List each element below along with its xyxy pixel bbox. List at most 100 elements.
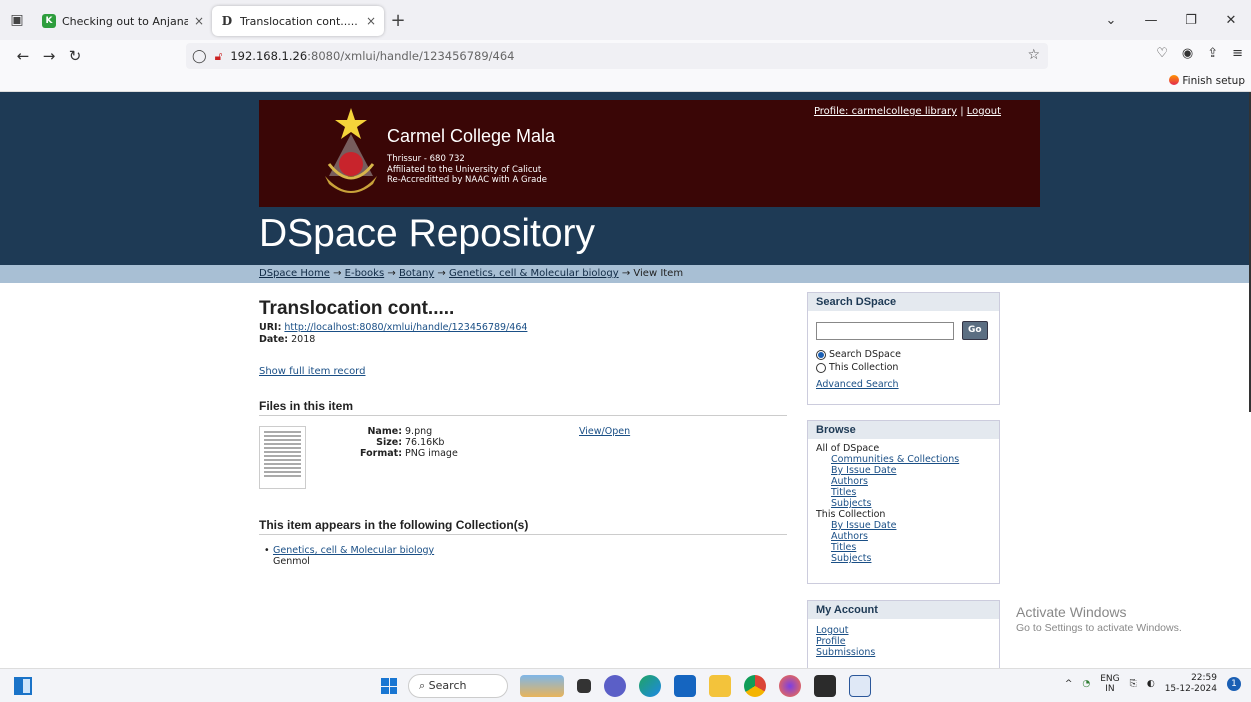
collection-date-link[interactable]: By Issue Date bbox=[831, 520, 896, 531]
task-view-icon[interactable] bbox=[14, 677, 32, 695]
browse-titles-link[interactable]: Titles bbox=[831, 487, 856, 498]
list-item: Genetics, cell & Molecular biology Genmo… bbox=[264, 545, 787, 567]
folder-icon[interactable] bbox=[709, 675, 731, 697]
extensions-icon[interactable]: ⇪ bbox=[1207, 46, 1218, 61]
item-meta: URI: http://localhost:8080/xmlui/handle/… bbox=[259, 322, 787, 346]
taskbar-apps bbox=[520, 675, 871, 697]
finish-setup-bar: Finish setup bbox=[0, 72, 1251, 92]
breadcrumb-ebooks[interactable]: E-books bbox=[345, 268, 385, 279]
url-host: 192.168.1.26 bbox=[230, 49, 308, 63]
breadcrumb-arrow: → bbox=[621, 268, 631, 279]
account-heading: My Account bbox=[808, 601, 999, 619]
activate-hint: Go to Settings to activate Windows. bbox=[1016, 622, 1182, 634]
shield-icon[interactable]: ◯ bbox=[192, 49, 207, 64]
system-tray: ^ ◔ ENG IN ⎘ ◐ 22:59 15-12-2024 1 bbox=[1065, 673, 1241, 695]
radio-this-collection[interactable]: This Collection bbox=[816, 362, 991, 373]
minimize-button[interactable]: — bbox=[1131, 13, 1171, 28]
search-input[interactable] bbox=[816, 321, 954, 340]
account-icon[interactable]: ◉ bbox=[1182, 46, 1193, 61]
collection-subjects-link[interactable]: Subjects bbox=[831, 553, 871, 564]
lang-region: IN bbox=[1105, 684, 1115, 694]
word-icon[interactable] bbox=[849, 675, 871, 697]
breadcrumb-genetics[interactable]: Genetics, cell & Molecular biology bbox=[449, 268, 619, 279]
account-submissions-link[interactable]: Submissions bbox=[816, 647, 875, 658]
file-thumbnail[interactable] bbox=[259, 426, 306, 489]
account-logout-link[interactable]: Logout bbox=[816, 625, 849, 636]
chevron-up-icon[interactable]: ^ bbox=[1065, 679, 1073, 689]
uri-link[interactable]: http://localhost:8080/xmlui/handle/12345… bbox=[284, 322, 527, 333]
reload-icon[interactable]: ↻ bbox=[62, 47, 88, 65]
profile-link[interactable]: Profile: carmelcollege library bbox=[814, 106, 957, 117]
tab-close-icon[interactable]: × bbox=[366, 14, 376, 28]
forward-arrow-icon[interactable]: → bbox=[36, 47, 62, 65]
view-open-link[interactable]: View/Open bbox=[579, 426, 630, 437]
insecure-lock-icon[interactable]: 🔓︎ bbox=[215, 49, 223, 64]
go-button[interactable]: Go bbox=[962, 321, 988, 340]
close-window-button[interactable]: ✕ bbox=[1211, 13, 1251, 28]
item-main: Translocation cont..... URI: http://loca… bbox=[259, 298, 787, 567]
taskbar-search[interactable]: ⌕ Search bbox=[408, 674, 508, 698]
chevron-down-icon[interactable]: ⌄ bbox=[1091, 13, 1131, 28]
weather-widget-icon[interactable] bbox=[520, 675, 564, 697]
tab-list-icon[interactable]: ▣ bbox=[0, 0, 34, 40]
chrome-icon[interactable] bbox=[744, 675, 766, 697]
collection-authors-link[interactable]: Authors bbox=[831, 531, 868, 542]
notification-badge[interactable]: 1 bbox=[1227, 677, 1241, 691]
collections-section: This item appears in the following Colle… bbox=[259, 518, 787, 567]
logout-link[interactable]: Logout bbox=[967, 106, 1001, 117]
url-path: :8080/xmlui/handle/123456789/464 bbox=[307, 49, 515, 63]
date-label: Date: bbox=[259, 334, 289, 345]
bookmark-star-icon[interactable]: ☆ bbox=[1027, 47, 1040, 63]
browse-authors-link[interactable]: Authors bbox=[831, 476, 868, 487]
file-explorer-icon[interactable] bbox=[577, 679, 591, 693]
user-links: Profile: carmelcollege library | Logout bbox=[814, 106, 1001, 117]
repository-title: DSpace Repository bbox=[259, 212, 595, 255]
radio-on-icon[interactable] bbox=[816, 349, 826, 360]
collection-link[interactable]: Genetics, cell & Molecular biology bbox=[273, 545, 434, 556]
new-tab-button[interactable]: + bbox=[384, 10, 412, 31]
site-header: Carmel College Mala Thrissur - 680 732 A… bbox=[0, 92, 1251, 265]
radio-off-icon[interactable] bbox=[816, 362, 826, 373]
restore-button[interactable]: ❐ bbox=[1171, 13, 1211, 28]
browse-subjects-link[interactable]: Subjects bbox=[831, 498, 871, 509]
show-full-record-link[interactable]: Show full item record bbox=[259, 366, 365, 377]
tab-checkout[interactable]: K Checking out to Anjana Jose (4 × bbox=[34, 6, 212, 36]
advanced-search-link[interactable]: Advanced Search bbox=[816, 379, 899, 390]
language-indicator[interactable]: ENG IN bbox=[1100, 674, 1119, 694]
clock[interactable]: 22:59 15-12-2024 bbox=[1165, 673, 1217, 695]
finish-setup-button[interactable]: Finish setup bbox=[1169, 75, 1245, 87]
breadcrumb-botany[interactable]: Botany bbox=[399, 268, 434, 279]
browser-nav-bar: ← → ↻ ◯ 🔓︎ 192.168.1.26:8080/xmlui/handl… bbox=[0, 40, 1251, 72]
account-profile-link[interactable]: Profile bbox=[816, 636, 846, 647]
tab-translocation[interactable]: D Translocation cont..... × bbox=[212, 6, 384, 36]
colorful-tray-icon[interactable]: ◔ bbox=[1082, 679, 1090, 689]
clock-date: 15-12-2024 bbox=[1164, 684, 1217, 694]
radio-search-dspace[interactable]: Search DSpace bbox=[816, 349, 991, 360]
web-page: Carmel College Mala Thrissur - 680 732 A… bbox=[0, 92, 1251, 668]
firefox-taskbar-icon[interactable] bbox=[779, 675, 801, 697]
windows-start-icon[interactable] bbox=[381, 678, 397, 694]
pocket-icon[interactable]: ♡ bbox=[1156, 46, 1168, 61]
url-text[interactable]: 192.168.1.26:8080/xmlui/handle/123456789… bbox=[230, 49, 514, 63]
store-icon[interactable] bbox=[674, 675, 696, 697]
tab-title: Translocation cont..... bbox=[240, 14, 358, 28]
menu-icon[interactable]: ≡ bbox=[1232, 46, 1243, 61]
browse-panel: Browse All of DSpace Communities & Colle… bbox=[807, 420, 1000, 584]
breadcrumb-home[interactable]: DSpace Home bbox=[259, 268, 330, 279]
breadcrumb-arrow: → bbox=[333, 268, 342, 279]
file-row: Name: 9.png Size: 76.16Kb Format: PNG image… bbox=[259, 426, 787, 496]
teams-chat-icon[interactable] bbox=[604, 675, 626, 697]
browse-date-link[interactable]: By Issue Date bbox=[831, 465, 896, 476]
edge-icon[interactable] bbox=[639, 675, 661, 697]
firefox-icon bbox=[1169, 75, 1180, 85]
college-crest-logo bbox=[325, 108, 377, 193]
address-bar[interactable]: ◯ 🔓︎ 192.168.1.26:8080/xmlui/handle/1234… bbox=[186, 43, 1048, 69]
network-icon[interactable]: ⎘ bbox=[1130, 679, 1137, 689]
collection-titles-link[interactable]: Titles bbox=[831, 542, 856, 553]
terminal-icon[interactable] bbox=[814, 675, 836, 697]
tab-close-icon[interactable]: × bbox=[194, 14, 204, 28]
windows-taskbar: ⌕ Search ^ ◔ ENG IN ⎘ ◐ 22:59 15-12-2024 1 bbox=[0, 668, 1251, 702]
volume-icon[interactable]: ◐ bbox=[1147, 679, 1155, 689]
back-arrow-icon[interactable]: ← bbox=[10, 47, 36, 65]
browse-communities-link[interactable]: Communities & Collections bbox=[831, 454, 959, 465]
